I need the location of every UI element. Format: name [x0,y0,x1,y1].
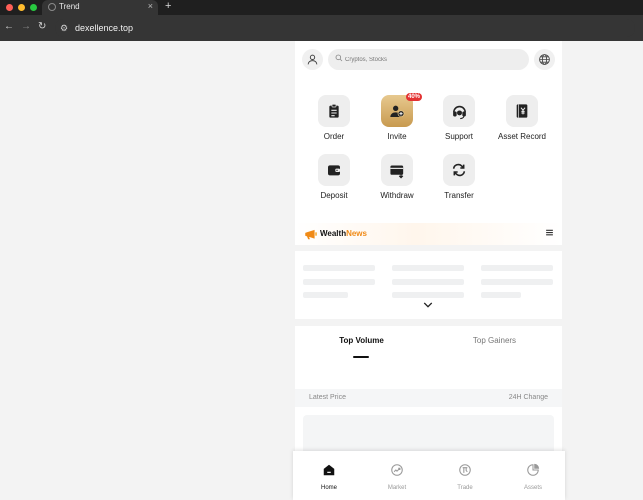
skeleton-line [392,279,464,285]
nav-trade[interactable]: Trade [431,463,499,491]
url-field[interactable]: ⚙ dexellence.top [55,19,635,37]
order-label: Order [323,132,345,141]
support-button[interactable]: Support [429,95,489,141]
transfer-button[interactable]: Transfer [429,154,489,200]
skeleton-line [392,265,464,271]
skeleton-line [303,292,348,298]
skeleton-line [303,265,375,271]
home-icon [323,464,335,476]
menu-icon[interactable] [545,228,554,237]
invite-button[interactable]: 40% Invite [367,93,427,141]
skeleton-line [392,292,464,298]
nav-market-label: Market [387,485,407,491]
transfer-label: Transfer [444,191,474,200]
user-icon[interactable] [302,49,323,70]
skeleton-line [481,292,521,298]
browser-tab-bar: Trend × + [0,0,643,15]
clipboard-icon [318,95,350,127]
swap-icon [443,154,475,186]
add-user-icon: 40% [381,93,422,127]
pie-chart-icon [527,463,540,476]
window-controls [6,4,37,11]
skeleton-line [481,279,553,285]
forward-button[interactable]: → [21,21,31,32]
active-tab-indicator [353,356,369,358]
address-bar: ← → ↻ ⚙ dexellence.top [0,15,643,41]
skeleton-line [303,279,375,285]
url-text[interactable]: dexellence.top [75,23,133,33]
news-brand-accent: News [346,229,367,238]
favicon-icon [48,3,56,11]
reload-button[interactable]: ↻ [38,21,46,32]
tab-title: Trend [59,2,80,11]
chevron-down-icon[interactable] [423,301,433,309]
deposit-button[interactable]: Deposit [304,154,364,200]
close-window-button[interactable] [6,4,13,11]
deposit-label: Deposit [320,191,348,200]
skeleton-line [481,265,553,271]
24h-change-header: 24H Change [508,394,548,401]
search-box[interactable] [328,49,529,70]
nav-trade-label: Trade [457,485,473,491]
trade-icon [459,464,471,476]
nav-home[interactable]: Home [295,463,363,491]
back-button[interactable]: ← [4,21,14,32]
tab-top-gainers[interactable]: Top Gainers [428,336,561,345]
withdraw-label: Withdraw [380,191,414,200]
withdraw-button[interactable]: Withdraw [367,154,427,200]
invite-badge: 40% [405,93,422,101]
asset-record-label: Asset Record [497,132,547,141]
support-label: Support [444,132,474,141]
search-input[interactable] [345,52,515,67]
asset-record-button[interactable]: Asset Record [492,95,552,141]
page-viewport: Order 40% Invite Support Asset Rec [0,41,643,500]
tab-top-volume[interactable]: Top Volume [295,336,428,345]
browser-tab[interactable]: Trend × [42,0,158,15]
maximize-window-button[interactable] [30,4,37,11]
latest-price-header: Latest Price [309,394,346,401]
card-icon [381,154,413,186]
tab-close-icon[interactable]: × [148,1,153,11]
yen-book-icon [506,95,538,127]
app-header [295,47,562,75]
news-brand-main: Wealth [320,229,347,238]
section-divider [295,319,562,326]
new-tab-button[interactable]: + [165,0,171,12]
mobile-app: Order 40% Invite Support Asset Rec [295,41,562,500]
megaphone-icon [305,229,317,240]
section-divider [295,245,562,251]
news-brand: WealthNews [320,229,367,238]
headset-icon [443,95,475,127]
order-button[interactable]: Order [304,95,364,141]
nav-home-label: Home [320,485,337,491]
search-icon [335,54,343,62]
nav-assets[interactable]: Assets [499,463,567,491]
globe-icon[interactable] [534,49,555,70]
nav-market[interactable]: Market [363,463,431,491]
invite-label: Invite [387,132,407,141]
market-icon [391,464,403,476]
site-settings-icon[interactable]: ⚙ [60,23,68,34]
price-table-header: Latest Price 24H Change [295,389,562,407]
market-tabs: Top Volume Top Gainers [295,326,562,366]
wealth-news-bar[interactable]: WealthNews [295,223,562,245]
wallet-icon [318,154,350,186]
bottom-navigation: Home Market Trade Assets [293,451,565,500]
minimize-window-button[interactable] [18,4,25,11]
nav-assets-label: Assets [523,485,542,491]
